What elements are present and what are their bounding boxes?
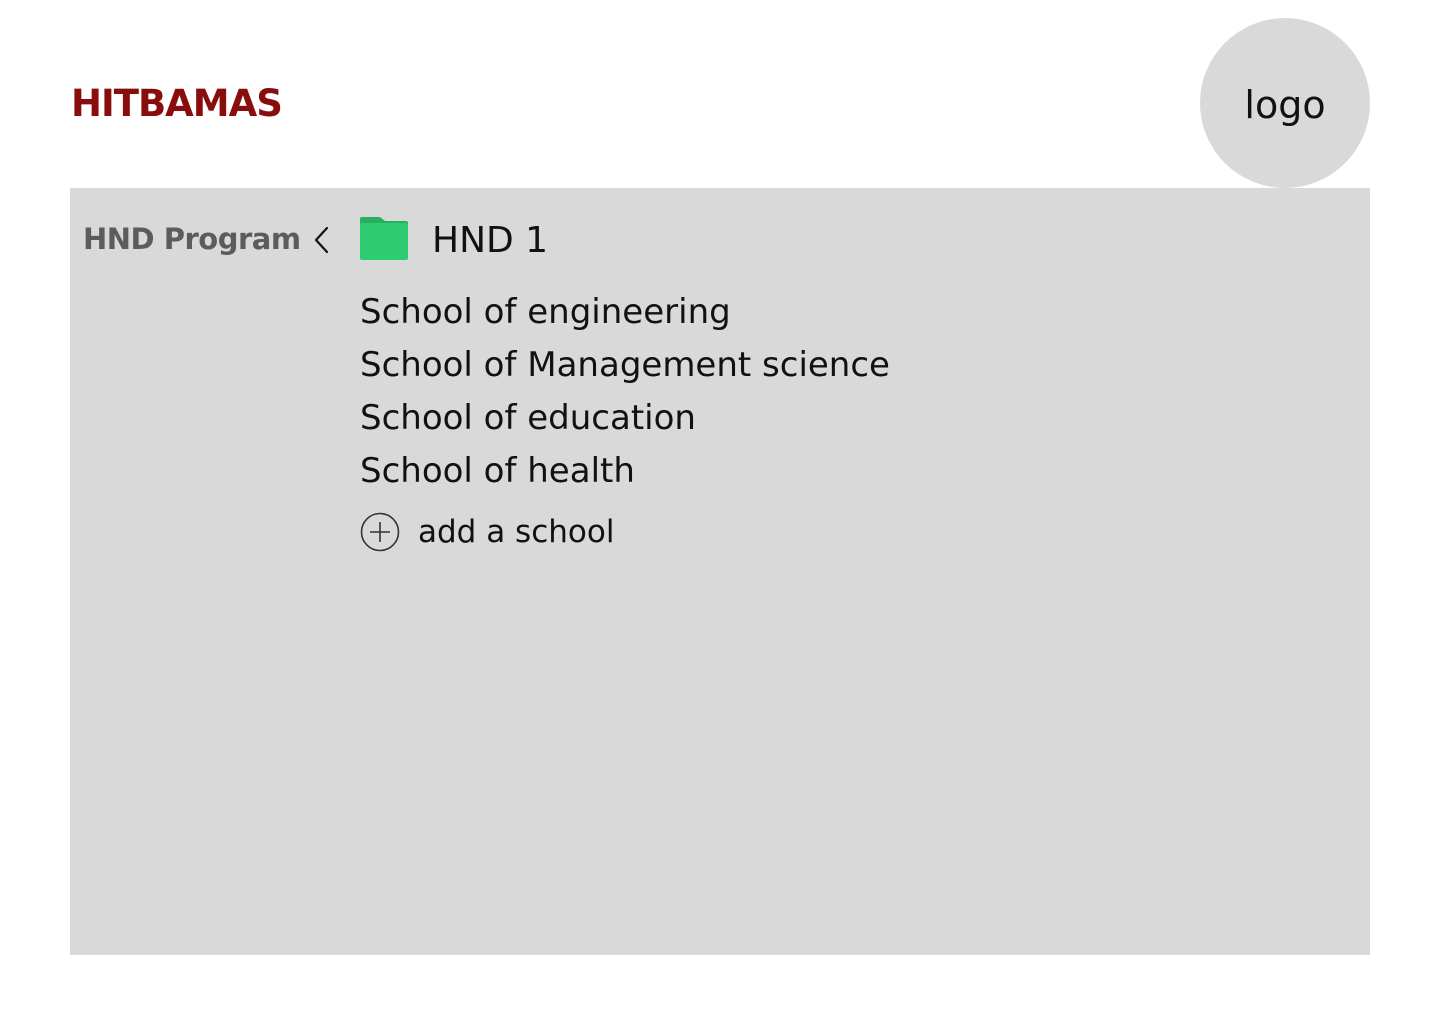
app-title: HITBAMAS xyxy=(71,82,283,125)
breadcrumb-current: HND 1 xyxy=(432,220,549,261)
chevron-left-icon[interactable] xyxy=(310,224,334,256)
folder-icon xyxy=(360,217,408,260)
plus-circle-icon xyxy=(360,512,400,552)
logo-placeholder[interactable]: logo xyxy=(1200,18,1370,188)
add-school-label: add a school xyxy=(418,514,615,550)
school-item[interactable]: School of Management science xyxy=(360,339,890,392)
logo-label: logo xyxy=(1244,83,1326,127)
school-list: School of engineering School of Manageme… xyxy=(360,286,890,498)
breadcrumb-parent-link[interactable]: HND Program xyxy=(83,219,301,259)
main-panel: HND Program HND 1 School of engineering … xyxy=(70,188,1370,955)
school-item[interactable]: School of health xyxy=(360,445,890,498)
school-item[interactable]: School of education xyxy=(360,392,890,445)
add-school-button[interactable]: add a school xyxy=(360,512,614,552)
school-item[interactable]: School of engineering xyxy=(360,286,890,339)
